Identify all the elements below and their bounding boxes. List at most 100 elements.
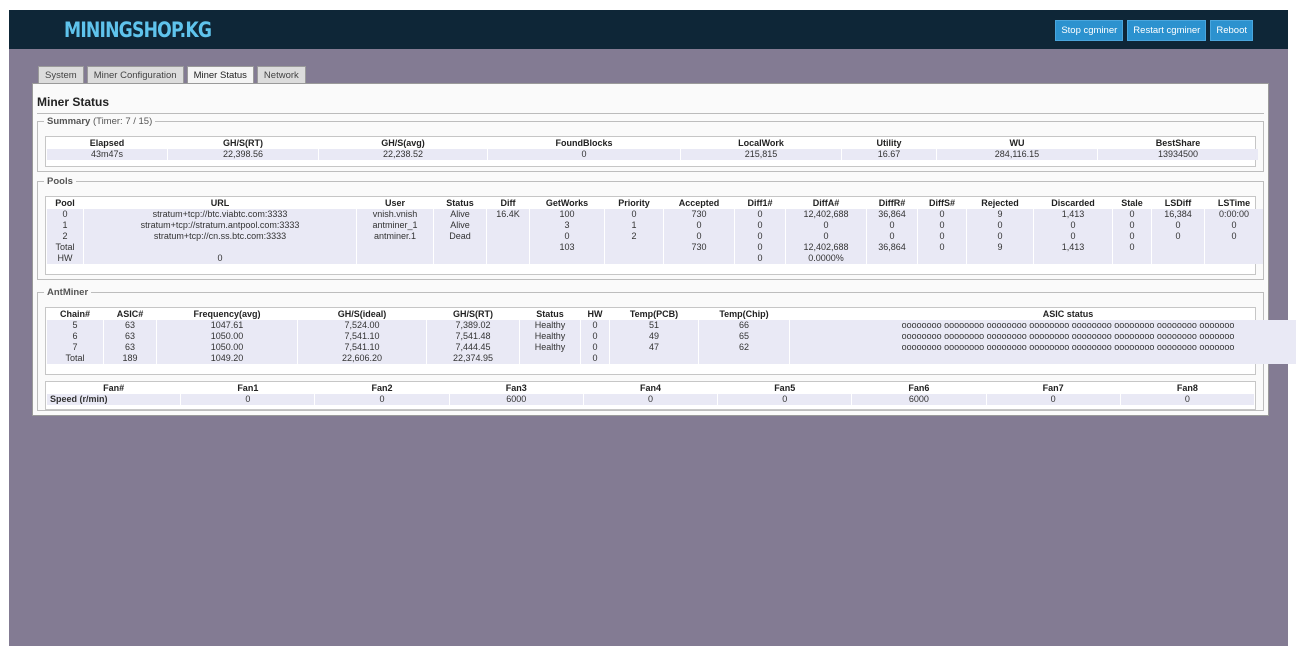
chains-cell-asic-status: oooooooo oooooooo oooooooo oooooooo oooo… — [790, 342, 1296, 353]
pools-header-lstime: LSTime — [1217, 198, 1251, 208]
pools-header-url: URL — [210, 198, 230, 208]
table-row: 6 63 1050.00 7,541.10 7,541.48 Healthy 0 49 65 oo… — [47, 331, 1296, 342]
pools-header-diff: Diff — [500, 198, 516, 208]
pools-cell-stale: 0 — [1113, 209, 1151, 220]
pools-header-diffr: DiffR# — [878, 198, 906, 208]
fans-table-box: Fan# Fan1 Fan2 Fan3 Fan4 Fan5 Fan6 Fan7 Fan8 Spee… — [45, 381, 1256, 410]
pools-cell-pool: 2 — [47, 231, 83, 242]
chains-cell-frequency-avg: 1047.61 — [157, 320, 297, 331]
chains-cell-status: Healthy — [520, 331, 580, 342]
pools-cell-stale: 0 — [1113, 231, 1151, 242]
chains-cell-temp-pcb — [610, 353, 698, 364]
tab-system[interactable]: System — [38, 66, 84, 84]
tab-network[interactable]: Network — [256, 66, 306, 84]
chains-cell-asic: 63 — [104, 342, 156, 353]
pools-header-rejected: Rejected — [981, 198, 1019, 208]
pools-cell-url: stratum+tcp://stratum.antpool.com:3333 — [84, 220, 356, 231]
pools-cell-diffa: 12,402,688 — [786, 209, 866, 220]
pools-cell-diff — [487, 253, 529, 264]
fans-speed-fan7: 0 — [986, 394, 1120, 405]
summary-value-gh-s-rt: 22,398.56 — [168, 149, 318, 160]
pools-header-pool: Pool — [55, 198, 75, 208]
pools-cell-rejected: 0 — [967, 231, 1033, 242]
pools-cell-diffr — [867, 253, 917, 264]
pools-cell-status — [434, 242, 486, 253]
chains-cell-chain: Total — [47, 353, 103, 364]
pools-cell-pool: Total — [47, 242, 83, 253]
pools-cell-user — [357, 253, 433, 264]
pools-header-row: Pool URL User Status Diff GetWorks Priority Acc… — [47, 197, 1263, 209]
pools-cell-diffs: 0 — [918, 220, 966, 231]
pools-cell-diff — [487, 220, 529, 231]
pools-cell-getworks: 100 — [530, 209, 604, 220]
tab-miner-configuration[interactable]: Miner Configuration — [86, 66, 184, 84]
pools-cell-diff1: 0 — [735, 231, 785, 242]
pools-cell-diffa: 0 — [786, 220, 866, 231]
summary-header-localwork: LocalWork — [738, 138, 784, 148]
table-row: Total 189 1049.20 22,606.20 22,374.95 0 — [47, 353, 1296, 364]
reboot-button[interactable]: Reboot — [1210, 20, 1253, 41]
pools-cell-user — [357, 242, 433, 253]
chains-cell-gh-s-ideal: 22,606.20 — [298, 353, 426, 364]
summary-value-foundblocks: 0 — [488, 149, 680, 160]
pools-cell-url: stratum+tcp://cn.ss.btc.com:3333 — [84, 231, 356, 242]
pools-cell-url: stratum+tcp://btc.viabtc.com:3333 — [84, 209, 356, 220]
chains-header-row: Chain# ASIC# Frequency(avg) GH/S(ideal) GH/S… — [47, 308, 1296, 320]
chains-cell-gh-s-rt: 22,374.95 — [427, 353, 519, 364]
chains-cell-asic: 63 — [104, 331, 156, 342]
pools-cell-rejected — [967, 253, 1033, 264]
chains-cell-hw: 0 — [581, 342, 609, 353]
summary-table: Elapsed GH/S(RT) GH/S(avg) FoundBlocks Local… — [46, 137, 1259, 160]
fans-header-row: Fan# Fan1 Fan2 Fan3 Fan4 Fan5 Fan6 Fan7 Fan8 — [47, 382, 1254, 394]
summary-header-gh-s-rt: GH/S(RT) — [223, 138, 263, 148]
pools-cell-diffs: 0 — [918, 242, 966, 253]
header-buttons: Stop cgminer Restart cgminer Reboot — [1055, 20, 1253, 41]
fans-header-fan1: Fan1 — [237, 383, 259, 393]
chains-header-asic-status: ASIC status — [1042, 309, 1094, 319]
pools-cell-discarded: 1,413 — [1034, 242, 1112, 253]
pools-cell-priority: 2 — [605, 231, 663, 242]
table-row: 7 63 1050.00 7,541.10 7,444.45 Healthy 0 47 62 oo… — [47, 342, 1296, 353]
pools-cell-diff1: 0 — [735, 253, 785, 264]
restart-cgminer-button[interactable]: Restart cgminer — [1127, 20, 1207, 41]
pools-cell-lsdiff — [1152, 253, 1204, 264]
pools-cell-pool: 0 — [47, 209, 83, 220]
pools-cell-pool: 1 — [47, 220, 83, 231]
pools-cell-diff — [487, 231, 529, 242]
pools-cell-diffa: 0.0000% — [786, 253, 866, 264]
fans-header-fan: Fan# — [103, 383, 125, 393]
pools-cell-pool: HW — [47, 253, 83, 264]
chains-cell-chain: 7 — [47, 342, 103, 353]
pools-cell-getworks — [530, 253, 604, 264]
pools-cell-diff1: 0 — [735, 220, 785, 231]
fans-speed-fan6: 6000 — [852, 394, 986, 405]
chains-cell-temp-pcb: 49 — [610, 331, 698, 342]
pools-cell-diffr: 36,864 — [867, 242, 917, 253]
pools-cell-rejected: 0 — [967, 220, 1033, 231]
pools-cell-user: antminer_1 — [357, 220, 433, 231]
fans-speed-row: Speed (r/min) 0 0 6000 0 0 6000 0 0 — [47, 394, 1254, 405]
chains-header-temp-pcb: Temp(PCB) — [629, 309, 679, 319]
stop-cgminer-button[interactable]: Stop cgminer — [1055, 20, 1124, 41]
chains-header-gh-s-rt: GH/S(RT) — [453, 309, 493, 319]
pools-cell-rejected: 9 — [967, 242, 1033, 253]
pools-cell-accepted: 0 — [664, 231, 734, 242]
summary-timer: (Timer: 7 / 15) — [92, 116, 153, 127]
chains-header-asic: ASIC# — [116, 309, 144, 319]
chains-cell-gh-s-rt: 7,389.02 — [427, 320, 519, 331]
pools-cell-diffr: 36,864 — [867, 209, 917, 220]
pools-cell-discarded: 1,413 — [1034, 209, 1112, 220]
fans-header-fan2: Fan2 — [371, 383, 393, 393]
pools-cell-discarded: 0 — [1034, 231, 1112, 242]
chains-cell-asic-status: oooooooo oooooooo oooooooo oooooooo oooo… — [790, 331, 1296, 342]
chains-header-temp-chip: Temp(Chip) — [719, 309, 769, 319]
page-frame: MININGSHOP.KG Stop cgminer Restart cgmin… — [9, 10, 1296, 646]
pools-cell-lstime: 0:00:00 — [1205, 209, 1263, 220]
chains-cell-asic: 63 — [104, 320, 156, 331]
chains-cell-chain: 6 — [47, 331, 103, 342]
pools-cell-status: Alive — [434, 220, 486, 231]
chains-cell-temp-chip — [699, 353, 789, 364]
pools-cell-diffs: 0 — [918, 209, 966, 220]
fans-speed-fan8: 0 — [1120, 394, 1254, 405]
pools-cell-getworks: 103 — [530, 242, 604, 253]
